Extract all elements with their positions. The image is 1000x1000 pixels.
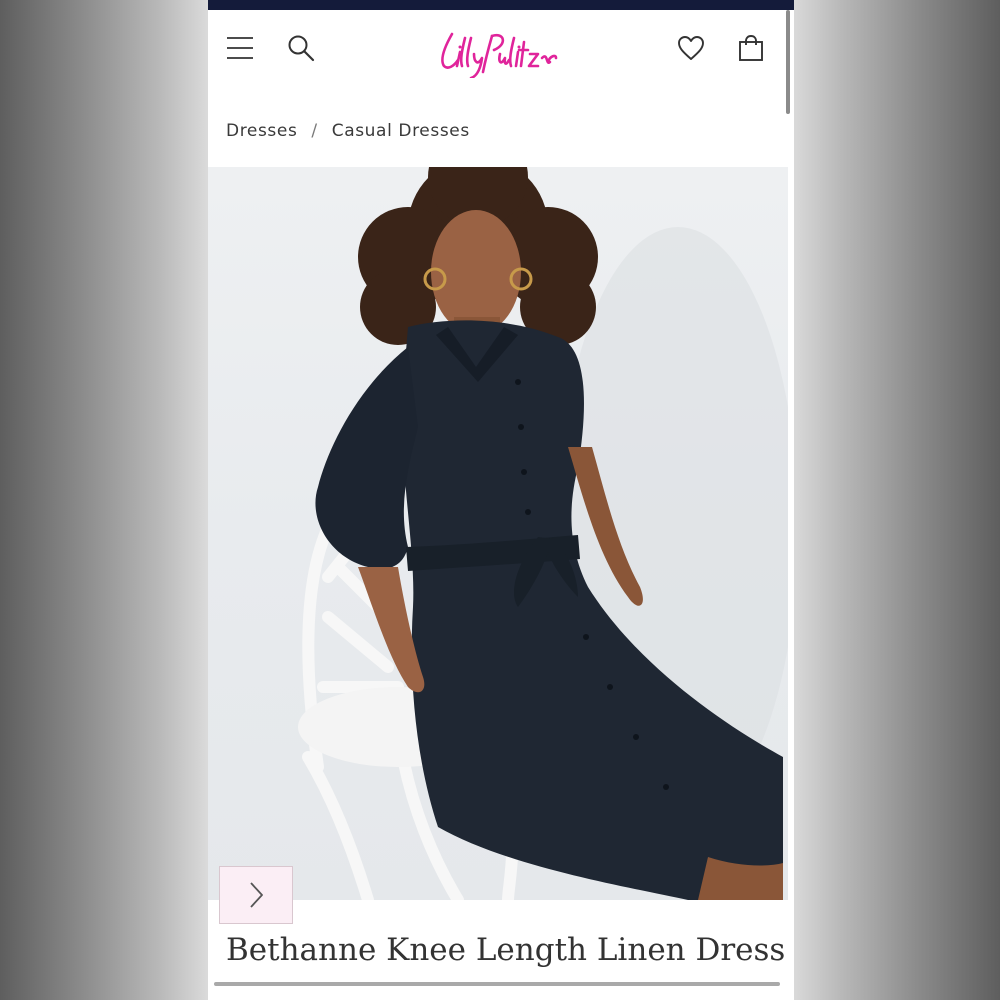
home-indicator-bar[interactable] bbox=[214, 982, 780, 986]
site-header bbox=[208, 10, 794, 88]
search-icon bbox=[288, 35, 315, 62]
breadcrumb-separator: / bbox=[311, 121, 318, 141]
breadcrumb-dresses[interactable]: Dresses bbox=[226, 121, 297, 141]
model-face bbox=[431, 210, 521, 334]
brand-logo[interactable] bbox=[428, 22, 568, 78]
shopping-bag-button[interactable] bbox=[733, 30, 769, 66]
top-status-strip bbox=[208, 0, 794, 10]
shopping-bag-icon bbox=[739, 35, 763, 61]
chevron-right-icon bbox=[250, 882, 263, 908]
hamburger-menu-icon bbox=[227, 37, 253, 59]
breadcrumb: Dresses / Casual Dresses bbox=[226, 118, 470, 144]
mobile-viewport: Dresses / Casual Dresses Bethanne Knee L… bbox=[208, 0, 794, 1000]
scrollbar-thumb[interactable] bbox=[786, 10, 790, 114]
product-photo bbox=[298, 167, 788, 900]
gallery-next-button[interactable] bbox=[219, 866, 293, 924]
lilly-pulitzer-logo bbox=[441, 32, 558, 78]
wishlist-button[interactable] bbox=[673, 30, 709, 66]
menu-button[interactable] bbox=[222, 30, 258, 66]
breadcrumb-casual-dresses[interactable]: Casual Dresses bbox=[332, 121, 470, 141]
model-left-sleeve bbox=[315, 347, 418, 569]
product-image[interactable] bbox=[208, 167, 788, 900]
product-title: Bethanne Knee Length Linen Dress bbox=[226, 932, 786, 968]
heart-icon bbox=[678, 36, 704, 60]
search-button[interactable] bbox=[283, 30, 319, 66]
